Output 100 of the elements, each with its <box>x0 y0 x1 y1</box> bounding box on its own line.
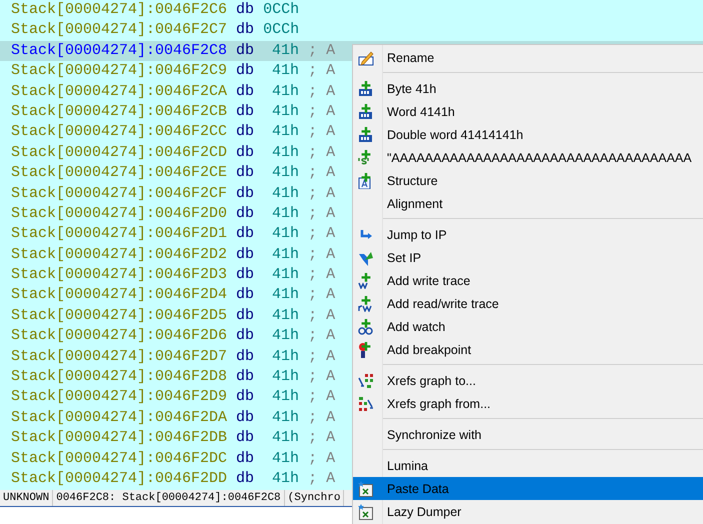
address: Stack[00004274]:0046F2D9 <box>11 387 228 408</box>
menu-item[interactable]: Synchronize with <box>353 423 703 446</box>
read-write-trace-icon <box>358 296 374 312</box>
address: Stack[00004274]:0046F2C6 <box>11 0 228 20</box>
address: Stack[00004274]:0046F2CF <box>11 184 228 204</box>
address: Stack[00004274]:0046F2DB <box>11 428 228 448</box>
address: Stack[00004274]:0046F2C8 <box>11 40 228 61</box>
address: Stack[00004274]:0046F2CC <box>11 122 228 142</box>
mnemonic: db <box>236 367 254 388</box>
mnemonic: db <box>236 142 254 163</box>
comment: ; A <box>308 367 336 388</box>
mnemonic: db <box>236 0 254 20</box>
menu-item[interactable]: Xrefs graph to... <box>353 369 703 392</box>
comment: ; A <box>308 306 336 326</box>
comment: ; A <box>308 40 336 61</box>
comment: ; A <box>308 468 336 489</box>
menu-item[interactable]: Double word 41414141h <box>353 123 703 146</box>
operand: 41h <box>271 408 300 428</box>
menu-item[interactable]: Lazy Dumper <box>353 500 703 523</box>
address: Stack[00004274]:0046F2D2 <box>11 244 228 265</box>
address: Stack[00004274]:0046F2C7 <box>11 20 228 40</box>
mnemonic: db <box>236 408 254 428</box>
operand: 41h <box>271 82 300 102</box>
menu-item[interactable]: Add breakpoint <box>353 338 703 361</box>
menu-item[interactable]: Add read/write trace <box>353 292 703 315</box>
menu-item[interactable]: Add watch <box>353 315 703 338</box>
status-text: UNKNOWN <box>0 490 54 506</box>
comment: ; A <box>308 184 336 204</box>
comment: ; A <box>308 326 336 346</box>
comment: ; A <box>308 285 336 306</box>
comment: ; A <box>308 244 336 265</box>
menu-item[interactable]: Word 4141h <box>353 100 703 123</box>
address: Stack[00004274]:0046F2D0 <box>11 204 228 224</box>
address: Stack[00004274]:0046F2CD <box>11 142 228 163</box>
mnemonic: db <box>236 306 254 326</box>
comment: ; A <box>308 265 336 286</box>
address: Stack[00004274]:0046F2DA <box>11 408 228 428</box>
comment: ; A <box>308 82 336 102</box>
operand: 41h <box>271 448 300 469</box>
mnemonic: db <box>236 387 254 408</box>
operand: 41h <box>271 346 300 367</box>
comment: ; A <box>308 142 336 163</box>
glasses-icon <box>358 318 374 334</box>
address: Stack[00004274]:0046F2D3 <box>11 265 228 286</box>
operand: 41h <box>271 428 300 448</box>
mnemonic: db <box>236 184 254 204</box>
data-icon <box>358 80 374 96</box>
mnemonic: db <box>236 40 254 61</box>
mnemonic: db <box>236 102 254 122</box>
comment: ; A <box>308 163 336 184</box>
menu-item[interactable]: "AAAAAAAAAAAAAAAAAAAAAAAAAAAAAAAAAAAA <box>353 146 703 169</box>
menu-item[interactable]: Xrefs graph from... <box>353 392 703 415</box>
menu-item[interactable]: Byte 41h <box>353 77 703 100</box>
mnemonic: db <box>236 326 254 346</box>
mnemonic: db <box>236 122 254 142</box>
operand: 41h <box>271 224 300 244</box>
menu-item[interactable]: Structure <box>353 169 703 192</box>
mnemonic: db <box>236 82 254 102</box>
comment: ; A <box>308 61 336 82</box>
operand: 41h <box>271 387 300 408</box>
operand: 41h <box>271 184 300 204</box>
comment: ; A <box>308 204 336 224</box>
address: Stack[00004274]:0046F2D8 <box>11 367 228 388</box>
operand: 41h <box>271 367 300 388</box>
graph-icon <box>358 372 374 388</box>
plugin-icon <box>358 504 374 520</box>
comment: ; A <box>308 102 336 122</box>
comment: ; A <box>308 408 336 428</box>
status-text: 0046F2C8: Stack[00004274]:0046F2C8 <box>53 490 285 506</box>
operand: 41h <box>271 285 300 306</box>
data-icon <box>358 104 374 120</box>
mnemonic: db <box>236 20 254 40</box>
address: Stack[00004274]:0046F2DD <box>11 468 228 489</box>
data-icon <box>358 126 374 142</box>
mnemonic: db <box>236 61 254 82</box>
operand: 41h <box>271 306 300 326</box>
mnemonic: db <box>236 224 254 244</box>
menu-item[interactable]: Jump to IP <box>353 223 703 246</box>
address: Stack[00004274]:0046F2CA <box>11 82 228 102</box>
comment: ; A <box>308 387 336 408</box>
mnemonic: db <box>236 468 254 489</box>
operand: 41h <box>271 244 300 265</box>
address: Stack[00004274]:0046F2D6 <box>11 326 228 346</box>
operand: 41h <box>271 102 300 122</box>
operand: 41h <box>271 326 300 346</box>
menu-item[interactable]: Paste Data <box>353 477 703 500</box>
operand: 41h <box>271 468 300 489</box>
arrows-icon <box>358 250 374 266</box>
menu-item[interactable]: Add write trace <box>353 269 703 292</box>
mnemonic: db <box>236 204 254 224</box>
menu-item[interactable]: Lumina <box>353 454 703 477</box>
comment: ; A <box>308 346 336 367</box>
mnemonic: db <box>236 163 254 184</box>
operand: 0CCh <box>263 0 300 20</box>
mnemonic: db <box>236 285 254 306</box>
mnemonic: db <box>236 428 254 448</box>
menu-item[interactable]: Alignment <box>353 192 703 215</box>
menu-item[interactable]: Set IP <box>353 246 703 269</box>
operand: 41h <box>271 40 300 61</box>
operand: 41h <box>271 163 300 184</box>
